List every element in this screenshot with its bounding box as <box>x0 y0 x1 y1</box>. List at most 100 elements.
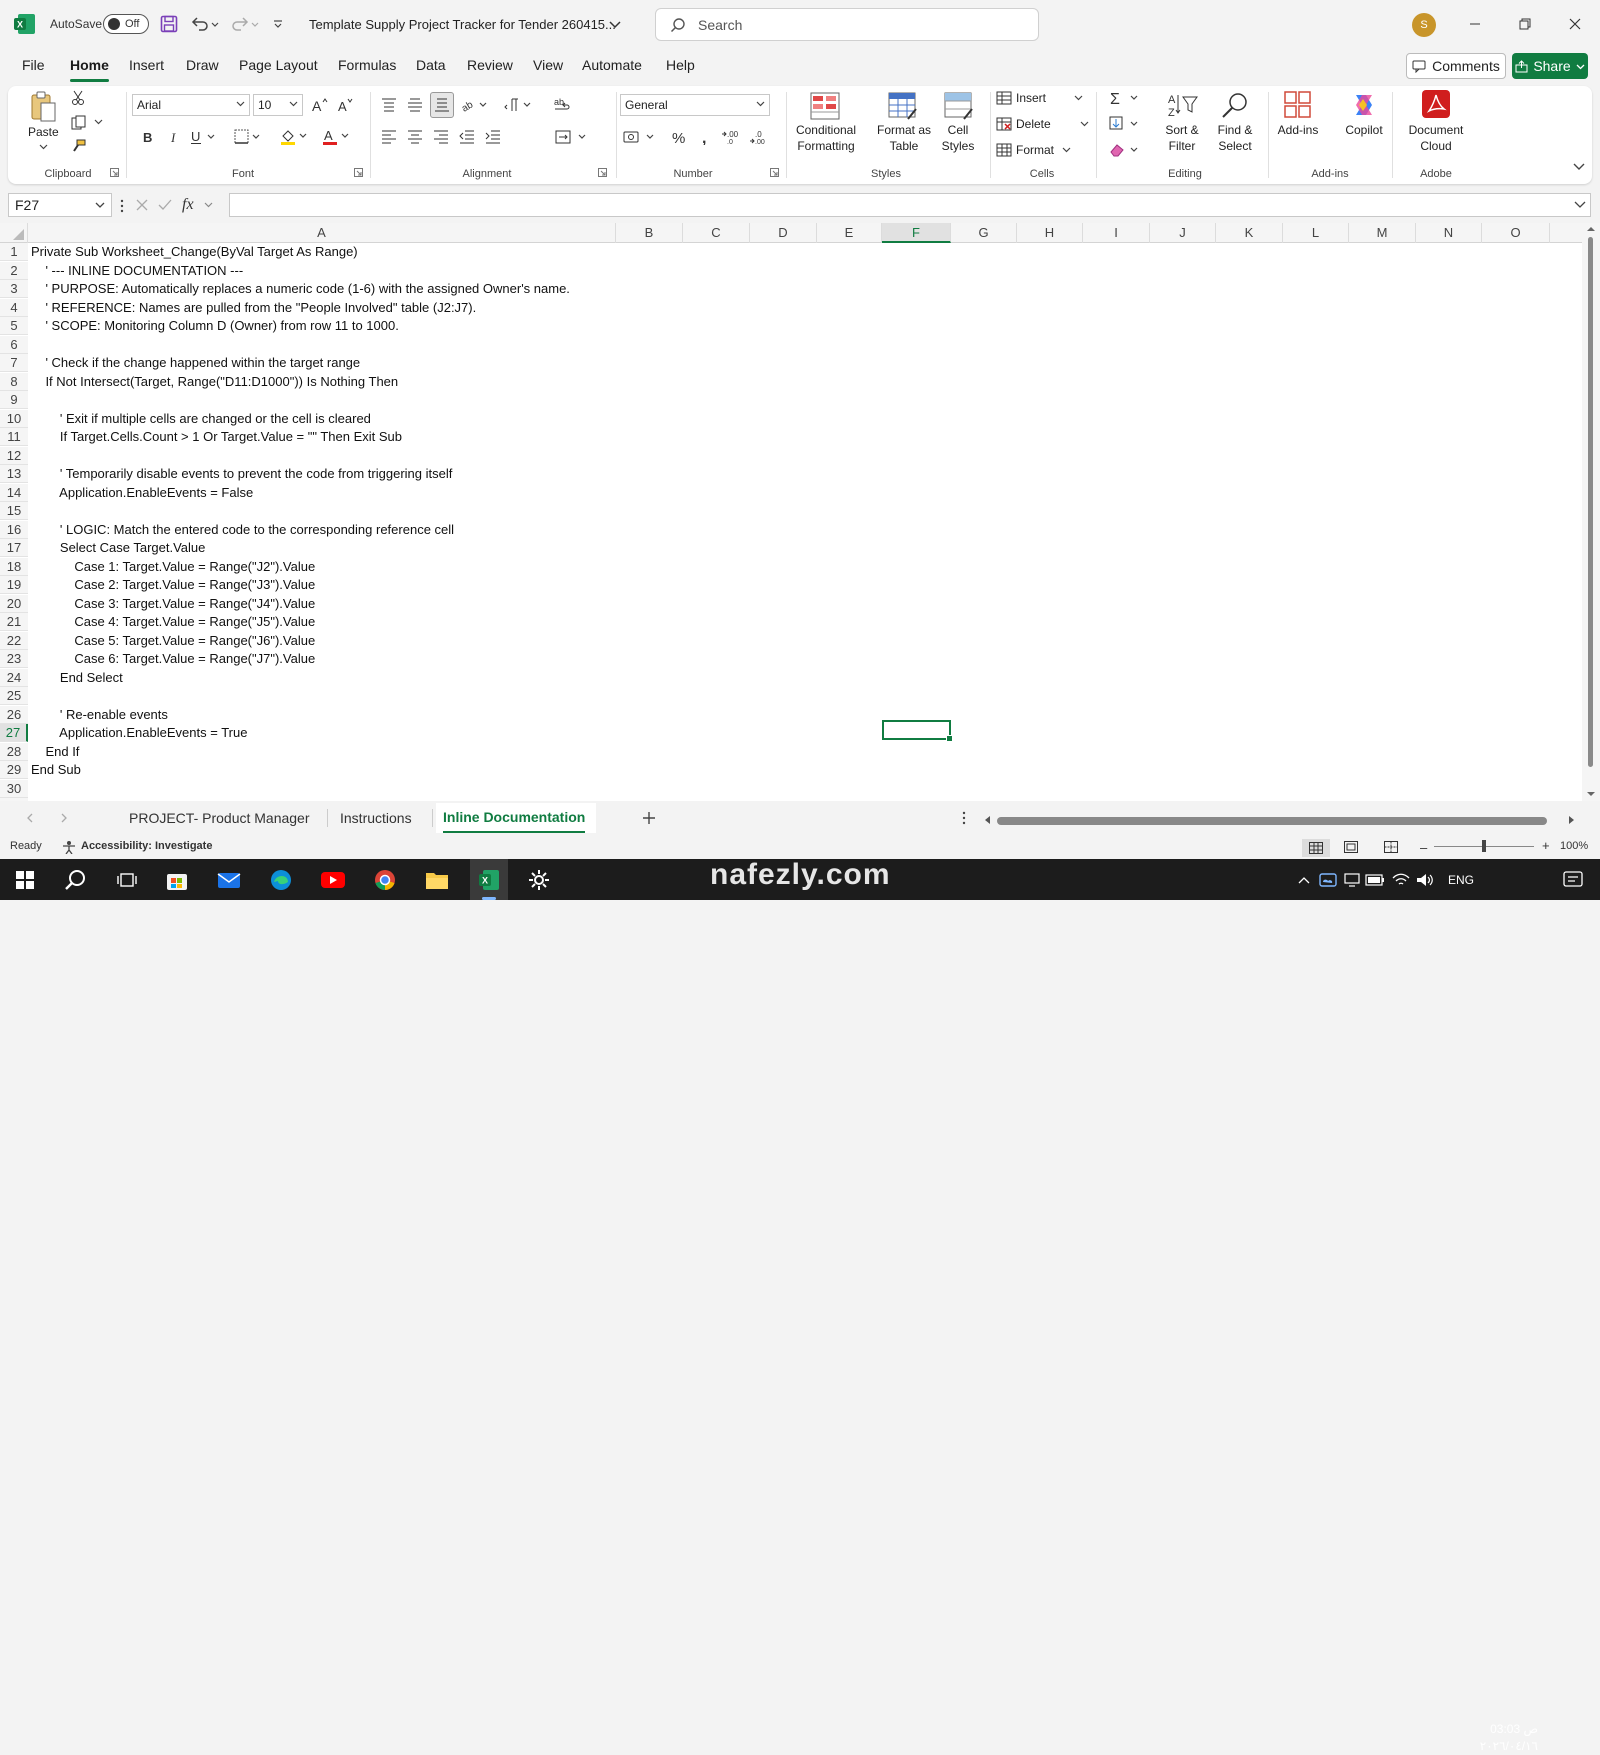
language-indicator[interactable]: ENG <box>1444 859 1478 900</box>
row-header[interactable]: 21 <box>0 613 28 631</box>
horizontal-scroll-thumb[interactable] <box>997 817 1547 825</box>
decrease-indent-icon[interactable] <box>456 126 478 148</box>
fill-color-icon[interactable] <box>278 126 312 148</box>
mail-icon[interactable] <box>214 859 244 900</box>
row-header[interactable]: 29 <box>0 761 28 779</box>
sheet-tab-project-product-manager[interactable]: PROJECT- Product Manager <box>129 810 310 826</box>
insert-cells-button[interactable]: Insert <box>1016 90 1056 106</box>
align-left-icon[interactable] <box>378 126 400 148</box>
youtube-icon[interactable] <box>318 859 348 900</box>
cell-a-line[interactable]: Private Sub Worksheet_Change(ByVal Targe… <box>31 243 358 261</box>
text-direction-icon[interactable] <box>502 94 536 116</box>
font-color-icon[interactable]: A <box>320 126 354 148</box>
show-hidden-icons-icon[interactable] <box>1296 859 1312 900</box>
align-bottom-icon[interactable] <box>430 92 454 118</box>
copilot-button[interactable]: Copilot <box>1338 122 1390 138</box>
sheet-tab-instructions[interactable]: Instructions <box>340 810 412 826</box>
underline-icon[interactable]: U <box>188 126 222 148</box>
cell-a-line[interactable]: If Not Intersect(Target, Range("D11:D100… <box>31 373 398 391</box>
column-header-m[interactable]: M <box>1349 223 1416 243</box>
row-header[interactable]: 6 <box>0 335 28 354</box>
italic-icon[interactable]: I <box>164 126 184 148</box>
scroll-left-icon[interactable] <box>984 815 991 825</box>
decrease-font-icon[interactable]: A <box>336 94 356 116</box>
fill-icon[interactable] <box>1106 114 1142 134</box>
adobe-pdf-icon[interactable] <box>1420 88 1452 120</box>
tab-file[interactable]: File <box>22 57 45 73</box>
autosum-icon[interactable]: Σ <box>1106 88 1142 108</box>
search-box[interactable]: Search <box>655 8 1039 41</box>
font-name-select[interactable]: Arial <box>132 94 250 116</box>
row-header[interactable]: 7 <box>0 354 28 372</box>
tab-draw[interactable]: Draw <box>186 57 219 73</box>
active-cell-f27[interactable] <box>882 720 953 742</box>
onedrive-icon[interactable] <box>1318 859 1338 900</box>
chrome-icon[interactable] <box>370 859 400 900</box>
cell-a-line[interactable]: ' Re-enable events <box>31 706 168 724</box>
cell-a-line[interactable]: ' REFERENCE: Names are pulled from the "… <box>31 299 476 317</box>
insert-function-icon[interactable]: fx <box>182 196 194 214</box>
next-sheet-icon[interactable] <box>60 813 68 823</box>
scroll-right-icon[interactable] <box>1568 815 1575 825</box>
align-right-icon[interactable] <box>430 126 452 148</box>
cell-a-line[interactable]: ' Exit if multiple cells are changed or … <box>31 410 371 428</box>
page-break-view-icon[interactable] <box>1384 841 1398 853</box>
increase-font-icon[interactable]: A <box>310 94 330 116</box>
column-header-e[interactable]: E <box>817 223 882 243</box>
share-button[interactable]: Share <box>1512 53 1588 79</box>
cell-a-line[interactable]: End Sub <box>31 761 81 779</box>
row-header[interactable]: 1 <box>0 243 28 261</box>
paste-button[interactable]: Paste <box>28 124 59 140</box>
cell-a-line[interactable]: End If <box>31 743 79 761</box>
row-header[interactable]: 12 <box>0 446 28 465</box>
row-header[interactable]: 19 <box>0 576 28 594</box>
row-header[interactable]: 15 <box>0 502 28 520</box>
cell-a-line[interactable]: ' PURPOSE: Automatically replaces a nume… <box>31 280 569 298</box>
microsoft-store-icon[interactable] <box>162 859 192 900</box>
column-header-b[interactable]: B <box>616 223 683 243</box>
close-icon[interactable] <box>1552 0 1598 48</box>
tab-review[interactable]: Review <box>467 57 513 73</box>
cell-styles-icon[interactable] <box>942 90 976 122</box>
wifi-icon[interactable] <box>1390 859 1412 900</box>
row-header[interactable]: 4 <box>0 298 28 317</box>
redo-icon[interactable] <box>230 0 260 48</box>
column-header-i[interactable]: I <box>1083 223 1150 243</box>
battery-icon[interactable] <box>1364 859 1386 900</box>
decrease-decimal-icon[interactable]: .0.00 <box>748 126 772 148</box>
accessibility-status[interactable]: Accessibility: Investigate <box>81 840 212 852</box>
tab-automate[interactable]: Automate <box>582 57 642 73</box>
increase-indent-icon[interactable] <box>482 126 504 148</box>
document-cloud-button[interactable]: Document Cloud <box>1400 122 1472 154</box>
align-top-icon[interactable] <box>378 94 400 116</box>
dialog-launcher-icon[interactable] <box>352 166 364 178</box>
cancel-formula-icon[interactable] <box>136 199 148 211</box>
cell-a-line[interactable]: End Select <box>31 669 123 687</box>
more-options-icon[interactable] <box>120 199 124 213</box>
zoom-slider-thumb[interactable] <box>1482 840 1486 852</box>
row-header[interactable]: 8 <box>0 372 28 391</box>
tab-home[interactable]: Home <box>70 57 109 82</box>
expand-formula-icon[interactable] <box>1574 201 1586 209</box>
windows-start-icon[interactable] <box>10 859 40 900</box>
select-all-corner[interactable] <box>0 223 28 243</box>
align-middle-icon[interactable] <box>404 94 426 116</box>
row-header[interactable]: 10 <box>0 409 28 428</box>
copilot-icon[interactable] <box>1348 90 1380 120</box>
cell-a-line[interactable]: Application.EnableEvents = False <box>31 484 253 502</box>
sort-filter-icon[interactable]: AZ <box>1166 90 1200 120</box>
accounting-format-icon[interactable] <box>620 126 660 148</box>
zoom-level[interactable]: 100% <box>1560 840 1588 852</box>
align-center-icon[interactable] <box>404 126 426 148</box>
search-icon[interactable] <box>60 859 90 900</box>
dialog-launcher-icon[interactable] <box>768 166 780 178</box>
column-header-a[interactable]: A <box>28 223 616 243</box>
zoom-out-icon[interactable]: – <box>1420 840 1427 855</box>
cell-a-line[interactable]: Select Case Target.Value <box>31 539 206 557</box>
tab-view[interactable]: View <box>533 57 563 73</box>
row-header[interactable]: 25 <box>0 687 28 705</box>
add-ins-button[interactable]: Add-ins <box>1272 122 1324 138</box>
column-header-k[interactable]: K <box>1216 223 1283 243</box>
cell-styles-button[interactable]: Cell Styles <box>930 122 986 154</box>
clock[interactable]: 03:03 ص ٢٠٢٦/٠٤/١٦ <box>1478 1721 1538 1755</box>
